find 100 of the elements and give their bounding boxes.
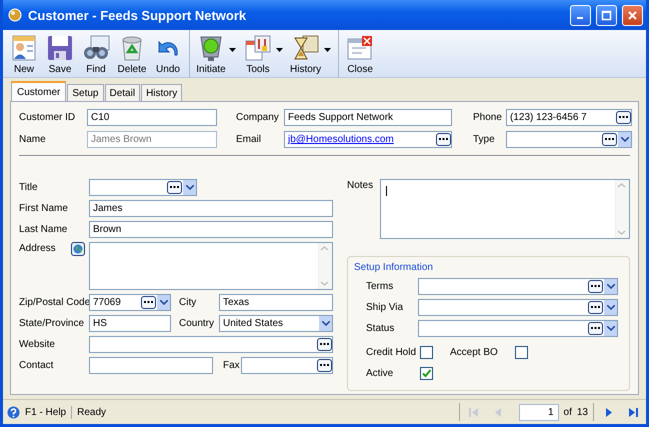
- more-button[interactable]: [616, 111, 631, 124]
- text-field[interactable]: James: [89, 200, 333, 217]
- lookup-field[interactable]: (123) 123-6456 7: [506, 109, 632, 126]
- more-button[interactable]: [167, 181, 182, 194]
- window-title: Customer - Feeds Support Network: [28, 8, 248, 22]
- chevron-down-icon[interactable]: [620, 137, 628, 142]
- minimize-button[interactable]: [570, 4, 591, 26]
- tab[interactable]: Customer: [11, 81, 66, 102]
- chevron-down-icon[interactable]: [186, 185, 194, 190]
- ellipsis-icon[interactable]: [170, 186, 179, 189]
- toolbar-button[interactable]: Tools: [240, 30, 276, 78]
- lookup-field[interactable]: [89, 336, 333, 353]
- dropdown-field[interactable]: United States: [219, 315, 333, 332]
- dropdown-button[interactable]: [604, 279, 617, 294]
- tab[interactable]: Setup: [67, 84, 104, 101]
- more-button[interactable]: [317, 338, 332, 351]
- text-field[interactable]: C10: [87, 109, 217, 126]
- page-count: 13: [576, 406, 588, 418]
- chevron-down-icon[interactable]: [606, 326, 614, 331]
- combo-field[interactable]: [418, 278, 618, 295]
- checkbox[interactable]: [420, 346, 433, 359]
- text-field[interactable]: HS: [89, 315, 171, 332]
- combo-field[interactable]: [418, 320, 618, 337]
- dropdown-button[interactable]: [157, 295, 170, 310]
- field-label: State/Province: [19, 317, 86, 330]
- field-label: Customer ID: [19, 111, 76, 124]
- maximize-icon[interactable]: [601, 10, 612, 20]
- more-button[interactable]: [588, 322, 603, 335]
- field-label: Type: [472, 133, 496, 146]
- close-icon[interactable]: [627, 10, 638, 20]
- field-label: Last Name: [19, 223, 68, 236]
- maximize-button[interactable]: [596, 4, 617, 26]
- ellipsis-icon[interactable]: [591, 285, 600, 288]
- combo-field[interactable]: [89, 179, 197, 196]
- ellipsis-icon[interactable]: [591, 327, 600, 330]
- field-label: Title: [19, 181, 39, 194]
- ellipsis-icon[interactable]: [320, 364, 329, 367]
- toolbar-button[interactable]: Save: [42, 30, 78, 78]
- field-label: Country: [178, 317, 216, 330]
- field-label: Website: [19, 338, 56, 351]
- field-label: City: [178, 296, 198, 309]
- toolbar-button[interactable]: Delete: [114, 30, 150, 78]
- dropdown-button[interactable]: [183, 180, 196, 195]
- more-button[interactable]: [141, 296, 156, 309]
- tab[interactable]: Detail: [104, 84, 140, 101]
- dropdown-button[interactable]: [618, 132, 631, 147]
- more-button[interactable]: [588, 280, 603, 293]
- text-area[interactable]: [380, 179, 630, 239]
- toolbar-button[interactable]: Close: [342, 30, 378, 78]
- tools-icon[interactable]: [243, 32, 273, 62]
- toolbar-button[interactable]: Undo: [150, 30, 186, 78]
- dropdown-button[interactable]: [604, 300, 617, 315]
- toolbar-button[interactable]: Initiate: [193, 30, 229, 78]
- checkbox[interactable]: [515, 346, 528, 359]
- combo-field[interactable]: [506, 131, 632, 148]
- field-label: Status: [366, 322, 396, 335]
- field-label: Phone: [472, 111, 503, 124]
- more-button[interactable]: [588, 301, 603, 314]
- email-link[interactable]: jb@Homesolutions.com: [288, 134, 394, 145]
- chevron-down-icon[interactable]: [606, 305, 614, 310]
- toolbar-button[interactable]: Find: [78, 30, 114, 78]
- chevron-down-icon[interactable]: [160, 300, 168, 305]
- ellipsis-icon[interactable]: [591, 306, 600, 309]
- field-label: Contact: [19, 359, 54, 372]
- more-button[interactable]: [317, 359, 332, 372]
- ellipsis-icon[interactable]: [320, 343, 329, 346]
- email-field[interactable]: jb@Homesolutions.com: [284, 131, 452, 148]
- tab[interactable]: History: [141, 84, 182, 101]
- more-button[interactable]: [436, 133, 451, 146]
- chevron-down-icon[interactable]: [322, 321, 330, 326]
- field-label: Notes: [347, 179, 374, 193]
- field-label: Address: [19, 242, 56, 255]
- text-field[interactable]: Feeds Support Network: [284, 109, 452, 126]
- close-button[interactable]: [622, 4, 643, 26]
- chevron-down-icon[interactable]: [606, 284, 614, 289]
- page-field[interactable]: 1: [518, 404, 559, 420]
- field-label: Company: [235, 111, 280, 124]
- toolbar-button[interactable]: New: [6, 30, 42, 78]
- help-icon[interactable]: [7, 406, 20, 418]
- toolbar-button[interactable]: History: [287, 30, 324, 78]
- checkbox-label: Credit Hold: [366, 346, 418, 359]
- more-button[interactable]: [602, 133, 617, 146]
- lookup-field[interactable]: [241, 357, 333, 374]
- dropdown-button[interactable]: [319, 316, 332, 331]
- caret-down-icon[interactable]: [276, 48, 283, 52]
- text-field[interactable]: Texas: [219, 294, 333, 311]
- dropdown-button[interactable]: [604, 321, 617, 336]
- caret-down-icon[interactable]: [229, 48, 236, 52]
- text-field[interactable]: [89, 357, 213, 374]
- combo-field[interactable]: [418, 299, 618, 316]
- ellipsis-icon[interactable]: [605, 138, 614, 141]
- last-page-icon[interactable]: [626, 406, 639, 418]
- combo-field[interactable]: 77069: [89, 294, 171, 311]
- ellipsis-icon[interactable]: [439, 138, 448, 141]
- text-field[interactable]: Brown: [89, 221, 333, 238]
- ellipsis-icon[interactable]: [619, 116, 628, 119]
- help-label[interactable]: F1 - Help: [25, 406, 72, 418]
- checkbox-label: Active: [366, 367, 394, 380]
- caret-down-icon[interactable]: [324, 48, 332, 52]
- ellipsis-icon[interactable]: [144, 301, 153, 304]
